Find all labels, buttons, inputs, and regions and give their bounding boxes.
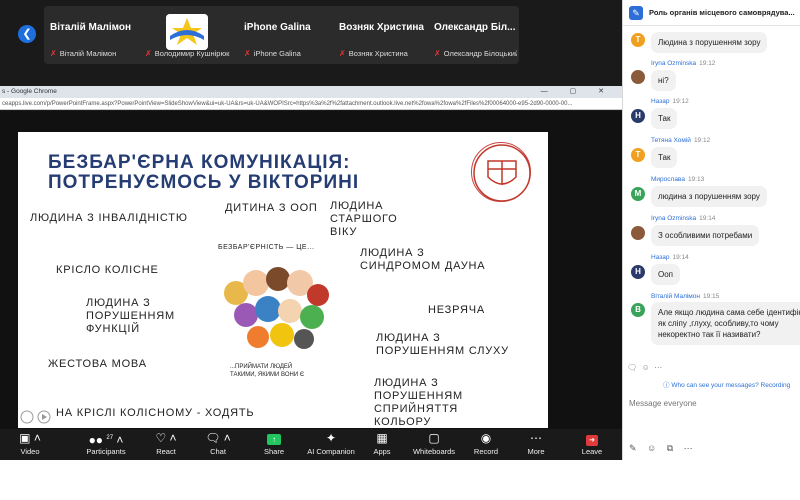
participant-name: Олександр Біл... — [434, 22, 516, 33]
avatar: H — [631, 109, 645, 123]
avatar: M — [631, 187, 645, 201]
leave-icon: ➜ — [562, 431, 622, 446]
chat-sender: Мирослава 19:13 — [651, 176, 705, 183]
chat-sender: Назар 19:12 — [651, 98, 689, 105]
participant-label: ✗ Возняк Христина — [339, 49, 408, 58]
quiz-term: ЛЮДИНА З ПОРУШЕННЯМ СПРИЙНЯТТЯ КОЛЬОРУ — [374, 377, 463, 428]
video-camera-icon: ▣ ˄ — [19, 431, 41, 445]
whiteboard-icon: ▢ — [428, 431, 440, 445]
chat-message-input[interactable] — [629, 396, 797, 410]
meeting-toolbar: ▣ ˄ Video ●● 27 ˄ Participants ♡ ˄ React… — [0, 429, 622, 460]
chat-message: Ооп — [651, 264, 681, 285]
quiz-term: КРІСЛО КОЛІСНЕ — [56, 264, 159, 276]
muted-mic-icon: ✗ — [145, 49, 152, 58]
quiz-term: ДИТИНА З ООП — [225, 202, 318, 214]
participant-tile[interactable]: Олександр Біл... ✗ Олександр Білоцький — [428, 6, 519, 64]
chat-message: людина з порушенням зору — [651, 186, 767, 207]
participant-tile[interactable]: iPhone Galina ✗ iPhone Galina — [238, 6, 333, 64]
heart-icon: ♡ ˄ — [155, 431, 177, 445]
video-button[interactable]: ▣ ˄ Video — [0, 431, 60, 456]
chat-panel: ✎ Роль органів місцевого самоврядува... … — [622, 0, 800, 460]
apps-button[interactable]: ▦ Apps — [352, 431, 412, 456]
browser-url[interactable]: ceapps.live.com/p/PowerPointFrame.aspx?P… — [0, 98, 622, 110]
message-actions[interactable]: 🗨 ☺ ⋯ — [627, 363, 662, 372]
chat-message: Так — [651, 108, 678, 129]
quiz-term: ЛЮДИНА СТАРШОГО ВІКУ — [330, 200, 398, 238]
react-button[interactable]: ♡ ˄ React — [136, 431, 196, 456]
participants-button[interactable]: ●● 27 ˄ Participants — [76, 431, 136, 456]
avatar: T — [631, 148, 645, 162]
zoom-meeting-window: ❮ Віталій Малімон ✗ Віталій Малімон ✗ Воло… — [0, 0, 622, 460]
participant-label: ✗ iPhone Galina — [244, 49, 301, 58]
participant-tile[interactable]: Возняк Христина ✗ Возняк Христина — [333, 6, 428, 64]
more-button[interactable]: ⋯ More — [506, 431, 566, 456]
illustration-caption-top: БЕЗБАР'ЄРНІСТЬ — ЦЕ... — [218, 244, 315, 251]
participants-icon: ●● 27 ˄ — [88, 433, 124, 447]
more-dots-icon: ⋯ — [530, 431, 542, 445]
slide-title-line2: ПОТРЕНУЄМОСЬ У ВІКТОРИНІ — [48, 172, 360, 193]
participant-name: Возняк Христина — [339, 22, 424, 33]
window-controls[interactable]: — ▢ ✕ — [541, 86, 614, 98]
whiteboards-button[interactable]: ▢ Whiteboards — [404, 431, 464, 456]
participant-avatar-logo — [166, 14, 208, 50]
quiz-term: ЛЮДИНА З СИНДРОМОМ ДАУНА — [360, 247, 486, 272]
chat-header: ✎ Роль органів місцевого самоврядува... — [623, 0, 800, 26]
browser-title: s - Google Chrome — [2, 88, 57, 95]
illustration-caption-bottom: ...ПРИЙМАТИ ЛЮДЕЙ ТАКИМИ, ЯКИМИ ВОНИ Є — [230, 364, 305, 378]
quiz-term: ЛЮДИНА З ПОРУШЕННЯМ ФУНКЦІЙ — [86, 297, 175, 335]
slide-title-line1: БЕЗБАР'ЄРНА КОМУНІКАЦІЯ: — [48, 152, 351, 173]
chat-sender: Iryna Ozminska 19:12 — [651, 60, 716, 67]
avatar — [631, 70, 645, 84]
chat-message: З особливими потребами — [651, 225, 760, 246]
chat-title: Роль органів місцевого самоврядува... — [649, 8, 795, 17]
muted-mic-icon: ✗ — [50, 49, 57, 58]
screen: ❮ Віталій Малімон ✗ Віталій Малімон ✗ Воло… — [0, 0, 800, 500]
chat-message: Але якщо людина сама себе ідентифікує як… — [651, 302, 800, 345]
chat-message: Людина з порушенням зору — [651, 32, 768, 53]
university-logo-icon — [471, 142, 531, 202]
slide-navigation[interactable] — [20, 410, 58, 429]
quiz-term: НА КРІСЛІ КОЛІСНОМУ - ХОДЯТЬ — [56, 407, 255, 419]
avatar: В — [631, 303, 645, 317]
chat-sender: Назар 19:14 — [651, 254, 689, 261]
who-can-see-link[interactable]: ⓘ Who can see your messages? Recording — [663, 379, 790, 389]
avatar: H — [631, 265, 645, 279]
share-screen-icon: ↑ — [244, 431, 304, 445]
participant-strip: ❮ Віталій Малімон ✗ Віталій Малімон ✗ Воло… — [0, 0, 622, 85]
chat-button[interactable]: 🗨 ˄ Chat — [188, 431, 248, 456]
quiz-term: ЛЮДИНА З ПОРУШЕННЯМ СЛУХУ — [376, 332, 509, 357]
participant-label: ✗ Володимир Кушнірюк — [145, 49, 230, 58]
apps-grid-icon: ▦ — [376, 431, 388, 445]
muted-mic-icon: ✗ — [244, 49, 251, 58]
avatar — [631, 226, 645, 240]
chat-message: Так — [651, 147, 678, 168]
participant-label: ✗ Олександр Білоцький — [434, 49, 517, 58]
diversity-illustration: БЕЗБАР'ЄРНІСТЬ — ЦЕ... ...ПРИЙМАТИ ЛЮДЕЙ… — [218, 244, 336, 394]
chat-input-tools[interactable]: ✎ ☺ ⧉ ⋯ — [629, 443, 697, 454]
quiz-term: ЛЮДИНА З ІНВАЛІДНІСТЮ — [30, 212, 188, 224]
muted-mic-icon: ✗ — [339, 49, 346, 58]
chat-sender: Віталій Малімон 19:15 — [651, 293, 720, 300]
muted-mic-icon: ✗ — [434, 49, 441, 58]
leave-button[interactable]: ➜ Leave — [562, 431, 622, 456]
chat-message: ні? — [651, 70, 676, 91]
chat-bubble-icon: 🗨 ˄ — [205, 431, 231, 445]
participant-name: iPhone Galina — [244, 22, 311, 33]
chat-sender: Iryna Ozminska 19:14 — [651, 215, 716, 222]
presentation-slide: БЕЗБАР'ЄРНА КОМУНІКАЦІЯ: ПОТРЕНУЄМОСЬ У … — [18, 132, 548, 428]
quiz-term: ЖЕСТОВА МОВА — [48, 358, 147, 370]
chat-sender: Тетяна Хомій 19:12 — [651, 137, 711, 144]
share-button[interactable]: ↑ Share — [244, 431, 304, 456]
chat-edit-icon[interactable]: ✎ — [629, 6, 643, 20]
browser-titlebar: s - Google Chrome — ▢ ✕ — [0, 86, 622, 98]
participant-tiles: Віталій Малімон ✗ Віталій Малімон ✗ Володи… — [44, 6, 519, 64]
prev-page-icon[interactable]: ❮ — [18, 25, 36, 43]
quiz-term: НЕЗРЯЧА — [428, 304, 485, 316]
avatar: T — [631, 33, 645, 47]
